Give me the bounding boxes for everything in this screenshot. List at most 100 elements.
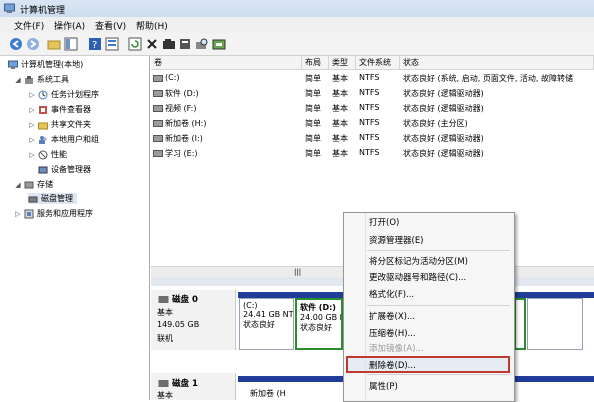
event-log-icon — [38, 105, 48, 115]
column-header-type[interactable]: 类型 — [329, 56, 356, 70]
partition-extra-selected[interactable] — [514, 298, 526, 350]
tree-label: 事件查看器 — [51, 105, 91, 114]
menu-action[interactable]: 操作(A) — [54, 19, 85, 32]
tree-label: 磁盘管理 — [41, 194, 73, 203]
tree-item-disk-management[interactable]: 磁盘管理 — [28, 193, 77, 204]
disk-0-name: 磁盘 0 — [158, 293, 198, 305]
table-cell[interactable]: (C:) — [165, 73, 300, 82]
partition-size: 24.41 GB NTFS — [243, 310, 294, 319]
table-cell: 简单 — [305, 119, 321, 128]
table-cell: NTFS — [359, 88, 380, 97]
partition-next[interactable] — [527, 298, 583, 350]
table-cell: 基本 — [332, 89, 348, 98]
table-cell: 状态良好 (逻辑驱动器) — [403, 104, 484, 113]
table-cell[interactable]: 软件 (D:) — [165, 88, 300, 99]
back-arrow-icon[interactable] — [9, 37, 23, 51]
svg-text:?: ? — [92, 40, 97, 51]
tree-item-device-manager[interactable]: 设备管理器 — [38, 164, 91, 175]
delete-icon[interactable] — [145, 37, 159, 51]
expand-arrow-icon[interactable]: ▷ — [28, 151, 36, 159]
expand-arrow-icon[interactable]: ▷ — [28, 91, 36, 99]
tree-item-performance[interactable]: ▷ 性能 — [28, 149, 67, 160]
disk-1-name: 磁盘 1 — [158, 377, 198, 389]
drive-icon — [153, 120, 163, 129]
drive-icon — [153, 90, 163, 99]
menu-open[interactable]: 打开(O) — [369, 216, 399, 228]
refresh-icon[interactable] — [128, 37, 142, 51]
menu-help[interactable]: 帮助(H) — [136, 19, 168, 32]
table-cell[interactable]: 学习 (E:) — [165, 148, 300, 159]
shared-folder-icon — [38, 120, 48, 130]
device-manager-icon — [38, 165, 48, 175]
tree-item-storage[interactable]: ◢ 存储 — [14, 179, 53, 190]
menu-explorer[interactable]: 资源管理器(E) — [369, 234, 424, 246]
table-cell: 基本 — [332, 74, 348, 83]
view-list-icon[interactable] — [105, 37, 119, 51]
tree-item-shared-folders[interactable]: ▷ 共享文件夹 — [28, 119, 91, 130]
expand-arrow-icon[interactable]: ▷ — [14, 210, 22, 218]
partition-d-selected[interactable]: 软件 (D:) 24.00 GB N 状态良好 — [295, 298, 343, 350]
show-tree-icon[interactable] — [64, 37, 78, 51]
expand-arrow-icon[interactable]: ▷ — [28, 121, 36, 129]
disk-1-partition[interactable]: 新加卷 (H — [250, 388, 286, 399]
tree-item-computer-management[interactable]: 计算机管理(本地) — [8, 59, 83, 70]
partition-status: 状态良好 — [243, 320, 275, 329]
scrollbar-grip[interactable]: ||| — [294, 268, 301, 276]
menu-mark-active[interactable]: 将分区标记为活动分区(M) — [369, 255, 468, 267]
tools-icon — [24, 75, 34, 85]
expand-arrow-icon[interactable]: ▷ — [28, 136, 36, 144]
table-cell: NTFS — [359, 103, 380, 112]
table-cell: 简单 — [305, 134, 321, 143]
menu-file[interactable]: 文件(F) — [14, 19, 44, 32]
menu-separator — [367, 374, 510, 375]
collapse-arrow-icon[interactable]: ◢ — [14, 76, 22, 84]
table-cell: NTFS — [359, 133, 380, 142]
menu-extend-volume[interactable]: 扩展卷(X)... — [369, 310, 415, 322]
services-icon — [24, 209, 34, 219]
help-icon[interactable]: ? — [88, 37, 102, 51]
title-bar — [0, 0, 594, 17]
tree-item-task-scheduler[interactable]: ▷ 任务计划程序 — [28, 89, 99, 100]
table-cell: 基本 — [332, 149, 348, 158]
menu-view[interactable]: 查看(V) — [95, 19, 126, 32]
menu-format[interactable]: 格式化(F)... — [369, 288, 414, 300]
disk-icon — [158, 295, 169, 303]
table-cell: 简单 — [305, 89, 321, 98]
expand-arrow-icon[interactable]: ▷ — [28, 106, 36, 114]
collapse-arrow-icon[interactable]: ◢ — [14, 181, 22, 189]
properties-icon[interactable] — [178, 37, 192, 51]
disk-icon — [158, 379, 169, 387]
computer-management-icon — [4, 3, 15, 14]
disk-0-status: 联机 — [157, 334, 173, 343]
table-cell: 简单 — [305, 74, 321, 83]
window-title: 计算机管理 — [20, 6, 66, 16]
tree-item-system-tools[interactable]: ◢ 系统工具 — [14, 74, 69, 85]
table-cell: 状态良好 (主分区) — [403, 119, 468, 128]
menu-properties[interactable]: 属性(P) — [369, 380, 398, 392]
table-cell[interactable]: 新加卷 (H:) — [165, 118, 300, 129]
column-header-status[interactable]: 状态 — [400, 56, 594, 70]
menu-separator — [367, 305, 510, 306]
column-header-layout[interactable]: 布局 — [302, 56, 329, 70]
up-folder-icon[interactable] — [47, 37, 61, 51]
table-cell[interactable]: 视频 (F:) — [165, 103, 300, 114]
table-cell: NTFS — [359, 148, 380, 157]
menu-delete-volume[interactable]: 删除卷(D)... — [369, 359, 416, 371]
settings-disk-icon[interactable] — [212, 37, 226, 51]
open-folder-icon[interactable] — [162, 37, 176, 51]
menu-change-drive-letter[interactable]: 更改驱动器号和路径(C)... — [369, 271, 466, 283]
search-disk-icon[interactable] — [195, 37, 209, 51]
drive-icon — [153, 150, 163, 159]
tree-item-local-users-groups[interactable]: ▷ 本地用户和组 — [28, 134, 99, 145]
tree-item-event-viewer[interactable]: ▷ 事件查看器 — [28, 104, 91, 115]
tree-item-services-applications[interactable]: ▷ 服务和应用程序 — [14, 208, 93, 219]
disk-management-icon — [28, 194, 38, 204]
column-header-filesystem[interactable]: 文件系统 — [356, 56, 400, 70]
clock-icon — [38, 90, 48, 100]
column-header-volume[interactable]: 卷 — [151, 56, 302, 70]
partition-c[interactable]: (C:) 24.41 GB NTFS 状态良好 — [239, 298, 294, 350]
table-cell[interactable]: 新加卷 (I:) — [165, 133, 300, 144]
tree-label: 性能 — [51, 150, 67, 159]
forward-arrow-icon[interactable] — [26, 37, 40, 51]
menu-shrink-volume[interactable]: 压缩卷(H)... — [369, 327, 416, 339]
